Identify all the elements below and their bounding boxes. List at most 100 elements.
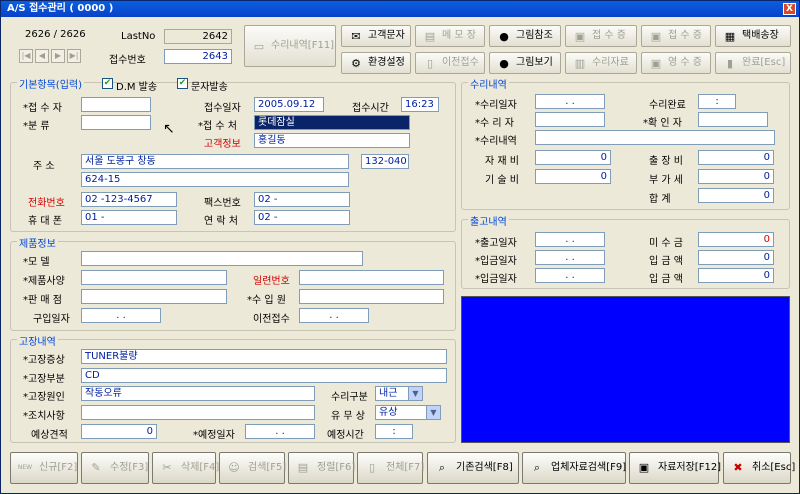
door-icon: ▮ [726,57,734,70]
photo-ref-button[interactable]: ● 그림참조 [489,25,561,47]
repair-type-select[interactable]: 내근 ▼ [375,386,423,401]
estimate-label: 예상견적 [31,430,68,441]
close-button[interactable]: X [783,3,796,15]
all-button[interactable]: ▯ 전체[F7] [357,452,424,484]
travel-cost-field[interactable]: 0 [698,150,774,165]
paid-select[interactable]: 유상 ▼ [375,405,441,420]
person-icon: ● [499,57,509,70]
phone-field[interactable]: 02 -123-4567 [81,192,177,207]
document-icon: ▯ [426,57,434,70]
recv-no-field[interactable]: 2643 [164,49,232,64]
courier-label-button[interactable]: ▦ 택배송장 [715,25,791,47]
prev-receipt-label: 이전접수 [253,314,290,325]
delete-button[interactable]: ✂ 삭제[F4] [152,452,219,484]
receipt-print-button[interactable]: ▣ 접 수 증 [565,25,637,47]
dm-checkbox[interactable]: ✔ [102,78,113,89]
cancel-button[interactable]: ✖ 취소[Esc] [723,452,795,484]
repair-date-field[interactable]: . . [535,94,605,109]
material-cost-field[interactable]: 0 [535,150,611,165]
spec-field[interactable] [81,270,227,285]
title-bar: A/S 접수관리 ( 0000 ) X [1,1,799,17]
importer-label: *수 입 원 [247,295,286,306]
symptom-field[interactable]: TUNER불량 [81,349,447,364]
last-record-button[interactable]: ▶| [67,49,81,63]
recv-place-field[interactable]: 롯데잠실 [254,115,410,130]
search-button[interactable]: ☺ 검색[F5] [219,452,286,484]
recv-date-field[interactable]: 2005.09.12 [254,97,324,112]
category-field[interactable] [81,115,151,130]
recv-no-label: 접수번호 [109,55,146,66]
phone-label: 전화번호 [28,198,65,209]
purchase-date-field[interactable]: . . [81,308,161,323]
save-button[interactable]: ▣ 자료저장[F12] [629,452,721,484]
product-info-title: 제품정보 [17,235,58,250]
base-search-button[interactable]: ⌕ 기존검색[F8] [427,452,519,484]
invoice-print-button[interactable]: ▣ 영 수 증 [641,52,711,74]
customer-field[interactable]: 홍길동 [254,133,410,148]
fault-part-field[interactable]: CD [81,368,447,383]
repair-history-button[interactable]: ▭ 수리내역[F11] [244,25,336,67]
prev-receipt-field[interactable]: . . [299,308,369,323]
pay-date1-field[interactable]: . . [535,250,605,265]
recv-time-label: 접수시간 [352,103,389,114]
pay-amount1-field[interactable]: 0 [698,250,774,265]
pay-date2-field[interactable]: . . [535,268,605,283]
importer-field[interactable] [299,289,444,304]
zip-field[interactable]: 132-040 [361,154,409,169]
edit-button[interactable]: ✎ 수정[F3] [81,452,149,484]
address-line1-field[interactable]: 서울 도봉구 창동 [81,154,349,169]
customer-sms-button[interactable]: ✉ 고객문자 [341,25,411,47]
vat-label: 부 가 세 [649,175,683,186]
spec-label: *제품사양 [23,276,65,287]
first-record-button[interactable]: |◀ [19,49,33,63]
planned-date-field[interactable]: . . [245,424,315,439]
vat-field[interactable]: 0 [698,169,774,184]
prev-record-button[interactable]: ◀ [35,49,49,63]
message-icon: ✉ [351,30,361,43]
memo-button[interactable]: ▤ 메 모 장 [415,25,485,47]
repairer-field[interactable] [535,112,605,127]
repair-data-button[interactable]: ▥ 수리자료 [565,52,637,74]
settings-button[interactable]: ⚙ 환경설정 [341,52,411,74]
sort-button[interactable]: ▤ 정렬[F6] [288,452,355,484]
photo-view-button[interactable]: ● 그림보기 [489,52,561,74]
fax-field[interactable]: 02 - [254,192,350,207]
document-icon: ▭ [253,40,265,53]
prev-receipt-button[interactable]: ▯ 이전접수 [415,52,485,74]
pay-amount2-field[interactable]: 0 [698,268,774,283]
serial-field[interactable] [299,270,444,285]
fault-cause-field[interactable]: 작동오류 [81,386,315,401]
total-field[interactable]: 0 [698,188,774,203]
planned-time-field[interactable]: : [375,424,413,439]
unpaid-field[interactable]: 0 [698,232,774,247]
confirmer-field[interactable] [698,112,768,127]
next-record-button[interactable]: ▶ [51,49,65,63]
estimate-field[interactable]: 0 [81,424,157,439]
cancel-icon: ✖ [733,461,743,474]
lastno-label: LastNo [121,31,156,42]
shop-field[interactable] [81,289,227,304]
chevron-down-icon: ▼ [408,387,422,400]
tech-cost-field[interactable]: 0 [535,169,611,184]
out-date-label: *출고일자 [475,238,517,249]
notepad-icon: ▤ [424,30,436,43]
receiver-field[interactable] [81,97,151,112]
mobile-field[interactable]: 01 - [81,210,177,225]
receipt-print2-button[interactable]: ▣ 접 수 증 [641,25,711,47]
company-search-button[interactable]: ⌕ 업체자료검색[F9] [522,452,626,484]
new-button[interactable]: NEW 신규[F2] [10,452,78,484]
repair-done-field[interactable]: : [698,94,736,109]
travel-cost-label: 출 장 비 [649,156,683,167]
complete-button[interactable]: ▮ 완료[Esc] [715,52,791,74]
recv-time-field[interactable]: 16:23 [401,97,439,112]
list-icon: ▤ [297,461,309,474]
repair-detail-field[interactable] [535,130,775,145]
model-field[interactable] [81,251,363,266]
action-field[interactable] [81,405,315,420]
sms-checkbox[interactable]: ✔ [177,78,188,89]
mouse-cursor-icon: ↖ [163,121,175,137]
contact-field[interactable]: 02 - [254,210,350,225]
out-date-field[interactable]: . . [535,232,605,247]
address-line2-field[interactable]: 624-15 [81,172,349,187]
pay-amount2-label: 입 금 액 [649,274,683,285]
